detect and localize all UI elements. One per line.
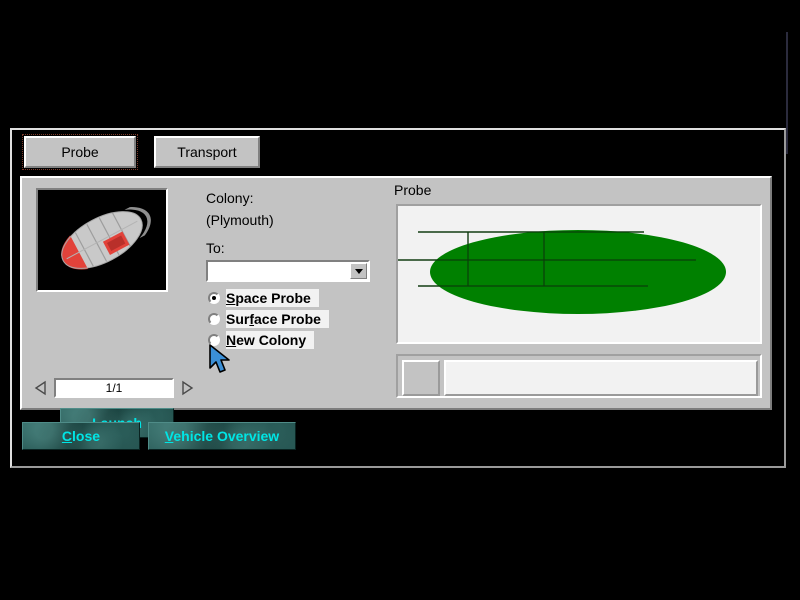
to-label: To: [206, 240, 225, 256]
capsule-render-icon [38, 190, 166, 290]
radio-new-colony[interactable]: New Colony [208, 330, 329, 350]
radio-space-probe-label: Space Probe [226, 289, 319, 307]
tab-probe-label: Probe [61, 144, 98, 160]
vehicle-spinner: 1/1 [34, 378, 194, 400]
close-accel: C [62, 428, 72, 444]
vehicle-overview-button[interactable]: Vehicle Overview [148, 422, 296, 450]
colony-label: Colony: [206, 190, 253, 206]
tab-transport[interactable]: Transport [154, 136, 260, 168]
radio-new-colony-label: New Colony [226, 331, 314, 349]
probe-status-thumb-button[interactable] [402, 360, 440, 396]
probe-ellipse-chart [398, 206, 760, 342]
vehicle-counter-field[interactable]: 1/1 [54, 378, 174, 398]
radio-space-probe[interactable]: Space Probe [208, 288, 329, 308]
destination-combobox[interactable] [206, 260, 370, 282]
vehicle-counter-value: 1/1 [106, 381, 123, 395]
radio-surface-probe-label: Surface Probe [226, 310, 329, 328]
probe-group-title: Probe [394, 182, 431, 198]
close-button[interactable]: Close [22, 422, 140, 450]
radio-surface-probe[interactable]: Surface Probe [208, 309, 329, 329]
app-root: Probe Transport [0, 0, 800, 600]
probe-group-box: Probe [388, 180, 764, 408]
probe-schematic-diagram[interactable] [396, 204, 762, 344]
tab-transport-label: Transport [177, 144, 236, 160]
chevron-down-icon[interactable] [350, 263, 367, 279]
veh-rest: ehicle Overview [173, 428, 279, 444]
probe-status-text [444, 360, 758, 396]
close-rest: lose [72, 428, 100, 444]
radio-indicator-icon [208, 292, 220, 304]
next-vehicle-arrow-icon[interactable] [180, 380, 194, 396]
colony-name: (Plymouth) [206, 212, 274, 228]
mission-type-radio-group: Space Probe Surface Probe New Colony [208, 288, 329, 351]
probe-status-bar [396, 354, 762, 398]
radio-indicator-icon [208, 334, 220, 346]
probe-dialog-window: Probe Transport [10, 128, 786, 468]
radio-indicator-icon [208, 313, 220, 325]
prev-vehicle-arrow-icon[interactable] [34, 380, 48, 396]
vehicle-thumbnail[interactable] [36, 188, 168, 292]
probe-tab-panel: 1/1 Launch Colony: (Plymouth) To: [20, 176, 772, 410]
desktop-edge-line [786, 32, 788, 154]
tab-probe[interactable]: Probe [24, 136, 136, 168]
